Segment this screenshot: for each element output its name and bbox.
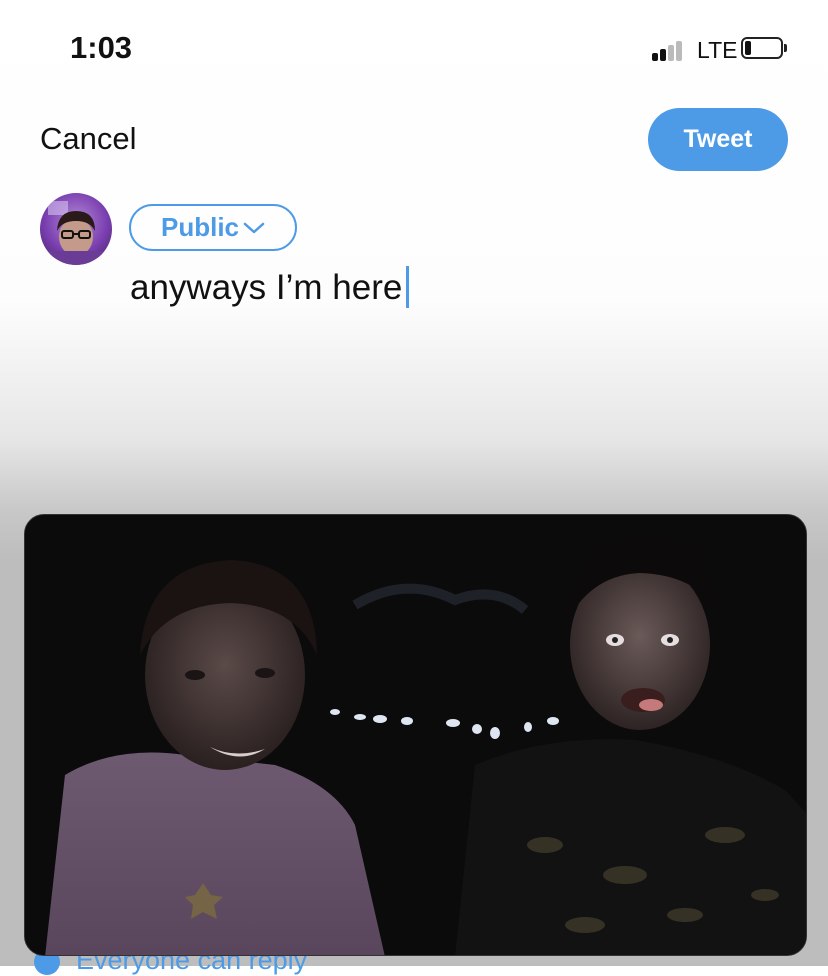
text-caret [406, 265, 410, 308]
attached-media[interactable] [24, 514, 807, 956]
signal-icon [652, 39, 690, 61]
tweet-button[interactable]: Tweet [648, 108, 788, 171]
network-label: LTE [697, 37, 738, 63]
audience-selector[interactable]: Public [129, 204, 297, 251]
avatar-image [40, 201, 112, 265]
cancel-button[interactable]: Cancel [40, 121, 137, 157]
status-bar: 1:03 LTE [0, 0, 828, 96]
media-photo [25, 515, 806, 955]
tweet-text: anyways I’m here [130, 268, 403, 307]
chevron-down-icon [243, 222, 265, 233]
audience-label: Public [160, 212, 239, 242]
avatar[interactable] [40, 193, 112, 265]
battery-icon [741, 37, 787, 59]
status-time: 1:03 [70, 30, 133, 65]
tweet-text-input[interactable]: anyways I’m here [130, 265, 410, 311]
